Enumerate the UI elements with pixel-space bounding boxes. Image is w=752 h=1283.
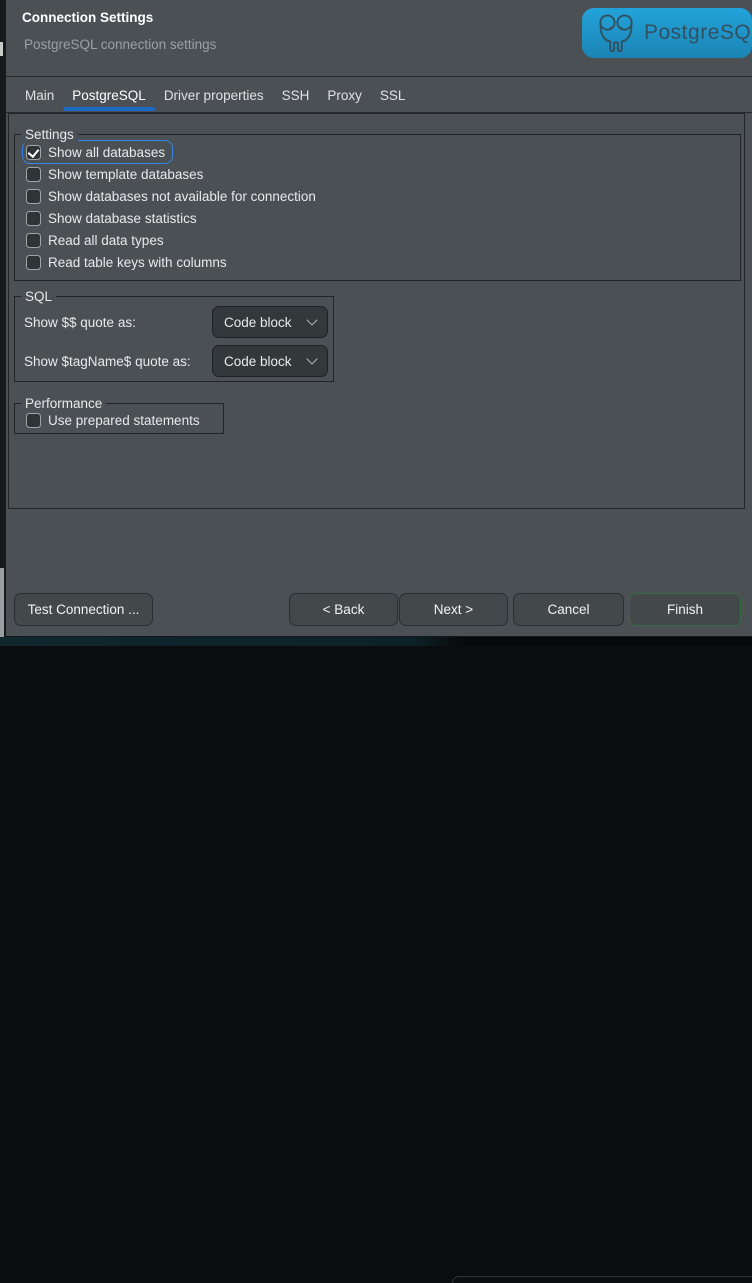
checkbox-label: Show database statistics bbox=[48, 211, 197, 226]
checkbox-use-prepared-statements[interactable] bbox=[26, 413, 41, 428]
checkbox-read-all-data-types[interactable] bbox=[26, 233, 41, 248]
performance-group: Performance Use prepared statements bbox=[14, 403, 224, 434]
dollar-quote-label: Show $$ quote as: bbox=[24, 315, 212, 330]
background-desktop-strip bbox=[0, 637, 752, 646]
settings-group: Settings Show all databases Show templat… bbox=[14, 134, 741, 281]
checkbox-label: Read all data types bbox=[48, 233, 164, 248]
logo-wordmark: PostgreSQL bbox=[644, 21, 752, 45]
dollar-quote-selected-value: Code block bbox=[224, 315, 308, 330]
background-scrollbar bbox=[0, 568, 4, 644]
tab-main[interactable]: Main bbox=[16, 78, 63, 112]
checkbox-show-databases-not-available[interactable] bbox=[26, 189, 41, 204]
chevron-down-icon bbox=[306, 353, 317, 364]
back-button[interactable]: < Back bbox=[289, 593, 398, 626]
checkbox-label: Show template databases bbox=[48, 167, 203, 182]
background-window-corner bbox=[452, 1276, 752, 1283]
settings-group-legend: Settings bbox=[21, 126, 78, 143]
checkbox-show-all-databases[interactable] bbox=[26, 145, 41, 160]
tagname-quote-selected-value: Code block bbox=[224, 354, 308, 369]
checkbox-label: Use prepared statements bbox=[48, 413, 200, 428]
tab-content-panel: Settings Show all databases Show templat… bbox=[8, 113, 745, 509]
chevron-down-icon bbox=[306, 314, 317, 325]
connection-settings-dialog: Connection Settings PostgreSQL connectio… bbox=[6, 0, 752, 637]
tagname-quote-select[interactable]: Code block bbox=[212, 345, 328, 377]
next-button[interactable]: Next > bbox=[399, 593, 508, 626]
settings-tab-bar: Main PostgreSQL Driver properties SSH Pr… bbox=[6, 78, 752, 113]
postgresql-logo: PostgreSQL bbox=[582, 8, 752, 58]
postgresql-elephant-icon bbox=[597, 12, 635, 54]
test-connection-button[interactable]: Test Connection ... bbox=[14, 593, 153, 626]
tab-proxy[interactable]: Proxy bbox=[318, 78, 371, 112]
checkbox-show-database-statistics[interactable] bbox=[26, 211, 41, 226]
dialog-header: Connection Settings PostgreSQL connectio… bbox=[6, 0, 752, 77]
checkbox-label: Show databases not available for connect… bbox=[48, 189, 316, 204]
checkbox-read-table-keys[interactable] bbox=[26, 255, 41, 270]
checkbox-row-use-prepared-statements[interactable]: Use prepared statements bbox=[23, 409, 207, 431]
checkbox-row-read-table-keys[interactable]: Read table keys with columns bbox=[23, 251, 234, 273]
sql-row-dollar-quote: Show $$ quote as: Code block bbox=[24, 306, 328, 338]
tab-driver-properties[interactable]: Driver properties bbox=[155, 78, 273, 112]
tab-postgresql[interactable]: PostgreSQL bbox=[63, 78, 155, 112]
checkbox-row-show-databases-not-available[interactable]: Show databases not available for connect… bbox=[23, 185, 323, 207]
checkbox-label: Show all databases bbox=[48, 145, 165, 160]
background-artifact bbox=[0, 42, 3, 56]
checkbox-label: Read table keys with columns bbox=[48, 255, 227, 270]
dollar-quote-select[interactable]: Code block bbox=[212, 306, 328, 338]
performance-group-legend: Performance bbox=[21, 395, 106, 412]
cancel-button[interactable]: Cancel bbox=[513, 593, 624, 626]
finish-button[interactable]: Finish bbox=[629, 593, 741, 626]
checkbox-show-template-databases[interactable] bbox=[26, 167, 41, 182]
tab-ssl[interactable]: SSL bbox=[371, 78, 415, 112]
page-subtitle: PostgreSQL connection settings bbox=[24, 37, 216, 52]
tab-ssh[interactable]: SSH bbox=[273, 78, 319, 112]
page-title: Connection Settings bbox=[22, 10, 153, 25]
sql-row-tagname-quote: Show $tagName$ quote as: Code block bbox=[24, 345, 328, 377]
checkbox-row-show-all-databases[interactable]: Show all databases bbox=[23, 141, 172, 163]
sql-group: SQL Show $$ quote as: Code block Show $t… bbox=[14, 296, 334, 382]
tagname-quote-label: Show $tagName$ quote as: bbox=[24, 354, 212, 369]
checkbox-row-show-database-statistics[interactable]: Show database statistics bbox=[23, 207, 204, 229]
sql-group-legend: SQL bbox=[21, 288, 56, 305]
checkbox-row-read-all-data-types[interactable]: Read all data types bbox=[23, 229, 171, 251]
checkbox-row-show-template-databases[interactable]: Show template databases bbox=[23, 163, 210, 185]
